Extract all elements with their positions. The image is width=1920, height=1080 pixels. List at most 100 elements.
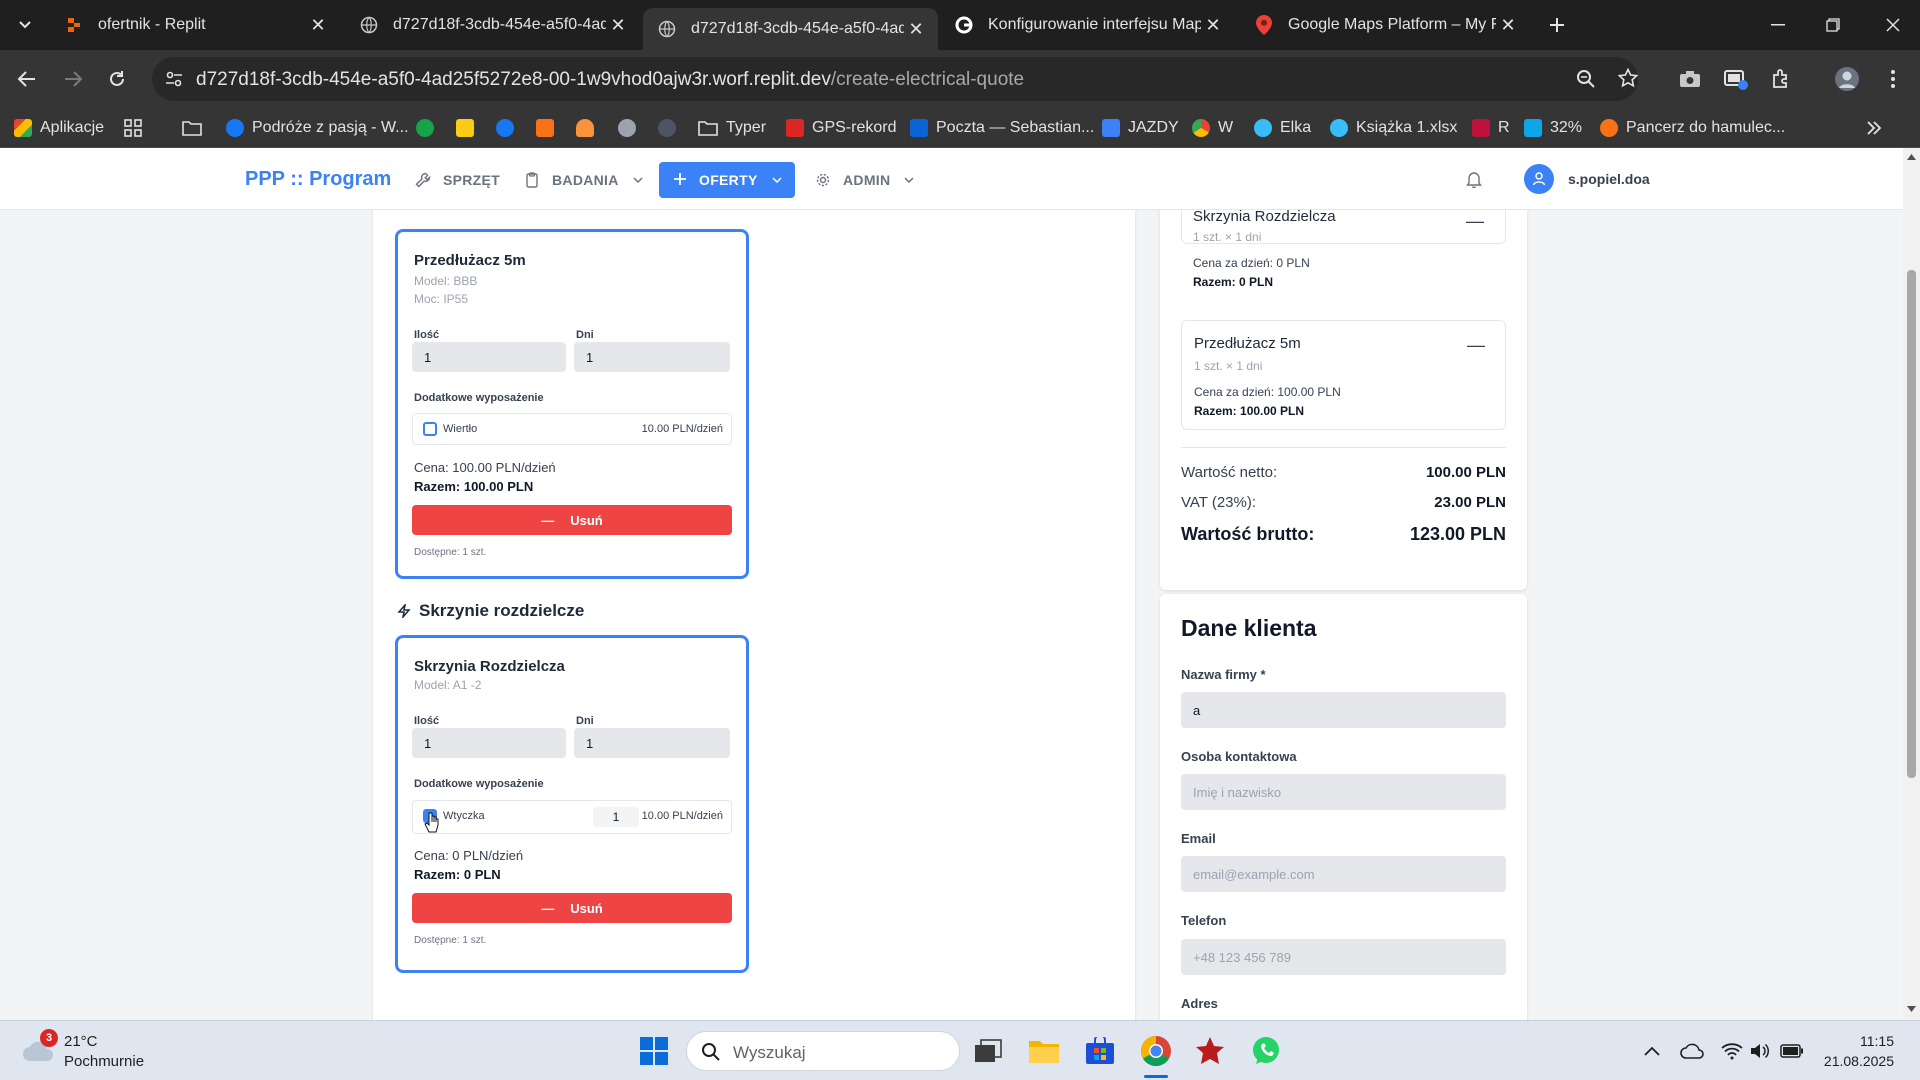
browser-tab-active[interactable]: d727d18f-3cdb-454e-a5f0-4ad ✕	[643, 8, 938, 50]
taskbar-search[interactable]: Wyszukaj	[686, 1031, 960, 1071]
whatsapp-icon[interactable]	[1246, 1031, 1286, 1071]
bookmark-item[interactable]: W	[1192, 116, 1233, 140]
days-input[interactable]: 1	[574, 342, 730, 372]
back-button[interactable]	[10, 62, 44, 96]
close-icon[interactable]: ✕	[904, 17, 928, 41]
bookmark-label: Pancerz do hamulec...	[1626, 119, 1786, 136]
bookmark-item[interactable]: Elka	[1254, 116, 1311, 140]
accessory-qty-input[interactable]: 1	[593, 807, 639, 827]
accessories-label: Dodatkowe wyposażenie	[414, 392, 544, 404]
browser-tab[interactable]: d727d18f-3cdb-454e-a5f0-4ad ✕	[345, 6, 640, 44]
star-icon[interactable]	[1618, 68, 1638, 88]
bookmark-item[interactable]	[536, 116, 562, 140]
forward-button[interactable]	[56, 62, 90, 96]
menu-icon[interactable]	[1876, 62, 1910, 96]
extensions-icon[interactable]	[1764, 62, 1798, 96]
nav-badania[interactable]: BADANIA	[524, 162, 643, 198]
bookmark-item[interactable]	[456, 116, 482, 140]
tab-search-button[interactable]	[0, 0, 50, 50]
summary-vat-row: VAT (23%): 23.00 PLN	[1181, 494, 1506, 511]
reload-button[interactable]	[100, 62, 134, 96]
email-input[interactable]: email@example.com	[1181, 856, 1506, 892]
zoom-icon[interactable]	[1576, 69, 1596, 89]
nav-admin[interactable]: ADMIN	[815, 162, 914, 198]
gear-icon	[815, 172, 831, 188]
bookmark-folder[interactable]	[182, 116, 202, 140]
bookmark-item[interactable]: Podróże z pasją - W...	[226, 116, 409, 140]
browser-tab[interactable]: Google Maps Platform – My Fir ✕	[1240, 6, 1530, 44]
file-explorer-icon[interactable]	[1024, 1031, 1064, 1071]
summary-remove-button[interactable]: —	[1467, 335, 1485, 356]
chrome-taskbar-icon[interactable]	[1136, 1031, 1176, 1071]
remove-item-button[interactable]: — Usuń	[412, 893, 732, 923]
clock-time[interactable]: 11:15	[1800, 1033, 1894, 1049]
browser-tab[interactable]: Konfigurowanie interfejsu Maps ✕	[940, 6, 1235, 44]
qty-input[interactable]: 1	[412, 728, 566, 758]
accessory-checkbox[interactable]	[423, 422, 437, 436]
summary-brutto-row: Wartość brutto: 123.00 PLN	[1181, 524, 1506, 545]
weather-widget[interactable]: 3 21°C Pochmurnie	[20, 1029, 200, 1073]
close-icon[interactable]: ✕	[1201, 13, 1225, 37]
store-icon[interactable]	[1080, 1031, 1120, 1071]
bookmark-apps[interactable]: Aplikacje	[14, 116, 104, 140]
profile-avatar[interactable]	[1830, 62, 1864, 96]
restore-button[interactable]	[1806, 0, 1860, 50]
user-menu[interactable]: s.popiel.doa	[1524, 164, 1650, 194]
equipment-item-card: Przedłużacz 5m Model: BBB Moc: IP55 Iloś…	[395, 229, 749, 579]
contact-input[interactable]: Imię i nazwisko	[1181, 774, 1506, 810]
close-icon[interactable]: ✕	[1496, 13, 1520, 37]
minimize-button[interactable]	[1751, 0, 1805, 50]
bookmark-item[interactable]	[658, 116, 684, 140]
bookmark-item[interactable]: 32%	[1524, 116, 1582, 140]
nav-sprzet[interactable]: SPRZĘT	[415, 162, 500, 198]
bookmark-item[interactable]: R	[1472, 116, 1510, 140]
company-input[interactable]: a	[1181, 692, 1506, 728]
game-app-icon[interactable]	[1190, 1031, 1230, 1071]
qty-input[interactable]: 1	[412, 342, 566, 372]
bookmark-item[interactable]	[416, 116, 442, 140]
cast-icon[interactable]	[1719, 62, 1753, 96]
close-window-button[interactable]	[1866, 0, 1920, 50]
bookmark-item[interactable]: Pancerz do hamulec...	[1600, 116, 1785, 140]
bookmark-item[interactable]: JAZDY	[1102, 116, 1179, 140]
close-icon[interactable]: ✕	[306, 13, 330, 37]
bookmarks-bar: Aplikacje Podróże z pasją - W... Typer G…	[0, 108, 1920, 148]
bookmark-item[interactable]	[576, 116, 602, 140]
bell-icon[interactable]	[1466, 171, 1482, 188]
bookmark-item[interactable]: GPS-rekord	[786, 116, 896, 140]
bookmark-item[interactable]: Książka 1.xlsx	[1330, 116, 1457, 140]
days-input[interactable]: 1	[574, 728, 730, 758]
bookmark-item[interactable]	[618, 116, 644, 140]
phone-input[interactable]: +48 123 456 789	[1181, 939, 1506, 975]
accessory-row[interactable]: Wiertło 10.00 PLN/dzień	[412, 413, 732, 445]
clock-date[interactable]: 21.08.2025	[1800, 1053, 1894, 1069]
calendar-icon	[1102, 119, 1120, 137]
address-bar[interactable]: d727d18f-3cdb-454e-a5f0-4ad25f5272e8-00-…	[152, 57, 1638, 101]
plus-icon	[673, 172, 687, 188]
app-brand[interactable]: PPP :: Program	[245, 168, 391, 191]
summary-remove-button[interactable]: —	[1466, 211, 1883, 232]
remove-item-button[interactable]: — Usuń	[412, 505, 732, 535]
close-icon[interactable]: ✕	[606, 13, 630, 37]
scrollbar-thumb[interactable]	[1907, 270, 1916, 778]
browser-tab[interactable]: ofertnik - Replit ✕	[50, 6, 340, 44]
onedrive-tray-icon[interactable]	[1672, 1031, 1712, 1071]
nav-oferty[interactable]: OFERTY	[659, 162, 795, 198]
page-scrollbar[interactable]	[1903, 148, 1920, 1020]
site-info-icon[interactable]	[164, 69, 184, 89]
start-button[interactable]	[634, 1031, 674, 1071]
bookmark-folder-typer[interactable]: Typer	[698, 116, 766, 140]
camera-icon[interactable]	[1673, 62, 1707, 96]
bookmark-item[interactable]	[496, 116, 522, 140]
divider	[1181, 447, 1506, 448]
tray-overflow-icon[interactable]	[1632, 1031, 1672, 1071]
item-total: Razem: 100.00 PLN	[414, 479, 534, 494]
task-view-icon[interactable]	[968, 1031, 1008, 1071]
bookmark-tabgroups[interactable]	[124, 116, 142, 140]
new-tab-button[interactable]	[1530, 0, 1584, 50]
scroll-down-icon	[1907, 1006, 1916, 1012]
bookmarks-overflow-button[interactable]	[1866, 116, 1882, 140]
accessory-row[interactable]: Wtyczka 1 10.00 PLN/dzień	[412, 800, 732, 834]
user-name: s.popiel.doa	[1568, 171, 1650, 187]
bookmark-item[interactable]: Poczta — Sebastian...	[910, 116, 1094, 140]
